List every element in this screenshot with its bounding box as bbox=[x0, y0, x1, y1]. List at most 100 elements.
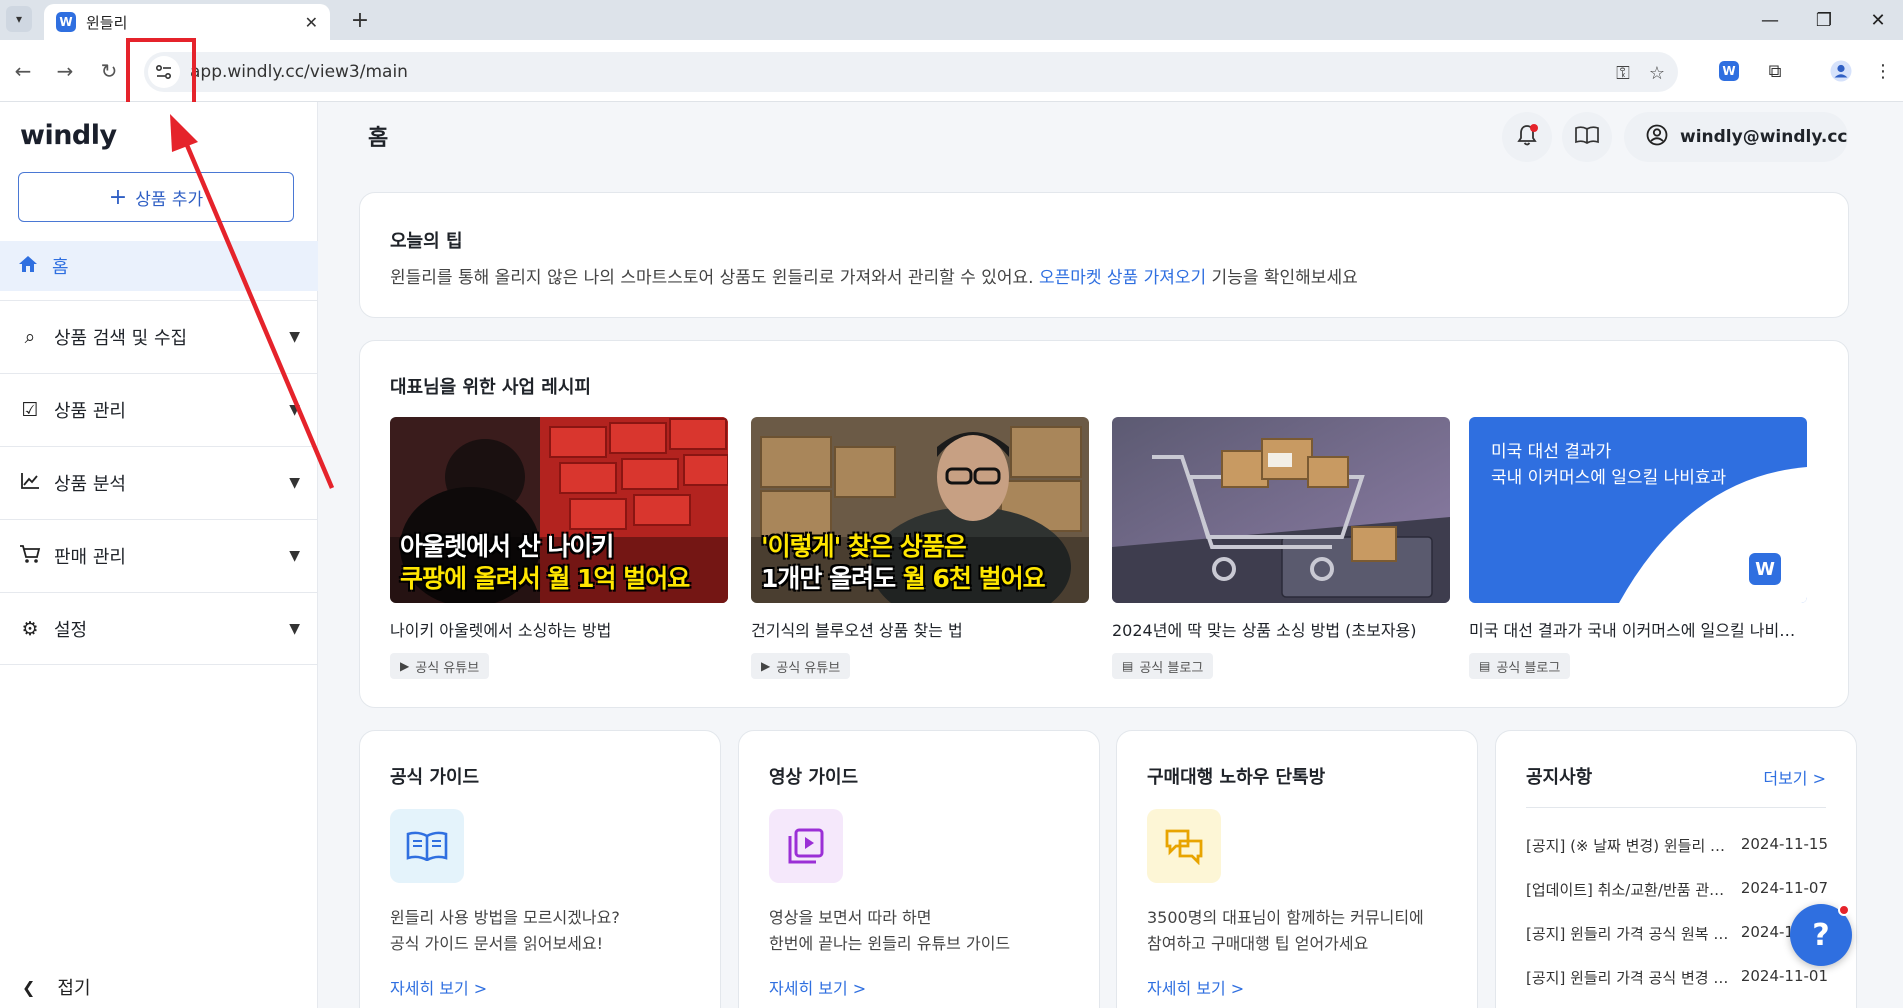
bookmark-star-icon[interactable]: ☆ bbox=[1644, 60, 1670, 86]
recipe-title[interactable]: 미국 대선 결과가 국내 이커머스에 일으킬 나비효과 bbox=[1469, 617, 1807, 641]
recipe-title[interactable]: 나이키 아울렛에서 소싱하는 방법 bbox=[390, 617, 728, 641]
tip-title: 오늘의 팁 bbox=[390, 231, 463, 252]
sidebar-item-settings[interactable]: ⚙ 설정 ▼ bbox=[0, 592, 318, 665]
sidebar-item-product-analysis[interactable]: 상품 분석 ▼ bbox=[0, 446, 318, 519]
youtube-icon: ▶ bbox=[400, 659, 410, 673]
windly-logo[interactable]: windly bbox=[20, 120, 117, 151]
notice-title: 공지사항 bbox=[1526, 767, 1593, 788]
chevron-down-icon: ▼ bbox=[289, 329, 300, 345]
new-tab-icon[interactable]: + bbox=[346, 6, 374, 34]
notice-more-link[interactable]: 더보기 > bbox=[1763, 765, 1826, 789]
chart-line-icon bbox=[18, 472, 42, 495]
guide-detail-link[interactable]: 자세히 보기 > bbox=[1147, 975, 1244, 999]
notice-row[interactable]: [공지] (※ 날짜 변경) 윈들리 서비스 점검 안내2024-11-15 bbox=[1526, 835, 1828, 856]
book-open-icon bbox=[390, 809, 464, 883]
guide-detail-link[interactable]: 자세히 보기 > bbox=[769, 975, 866, 999]
notification-button[interactable] bbox=[1502, 112, 1552, 162]
recipe-thumbnail[interactable]: 미국 대선 결과가 국내 이커머스에 일으킬 나비효과 W bbox=[1469, 417, 1807, 603]
guide-detail-link[interactable]: 자세히 보기 > bbox=[390, 975, 487, 999]
recipe-title[interactable]: 2024년에 딱 맞는 상품 소싱 방법 (초보자용) bbox=[1112, 617, 1450, 641]
help-question-icon: ? bbox=[1812, 917, 1830, 953]
windly-badge-icon: W bbox=[1755, 558, 1775, 580]
guide-description: 3500명의 대표님이 함께하는 커뮤니티에 참여하고 구매대행 팁 얻어가세요 bbox=[1147, 908, 1424, 953]
windly-extension-icon[interactable]: W bbox=[1714, 56, 1744, 86]
user-email: windly@windly.cc bbox=[1680, 127, 1848, 147]
sidebar-item-label: 상품 검색 및 수집 bbox=[54, 328, 188, 349]
thumbnail-caption: '이렇게' 찾은 상품은 1개만 올려도 월 6천 벌어요 bbox=[761, 532, 1046, 593]
browser-menu-icon[interactable]: ⋮ bbox=[1868, 56, 1898, 86]
recipe-thumbnail[interactable]: 아울렛에서 산 나이키 쿠팡에 올려서 월 1억 벌어요 bbox=[390, 417, 728, 603]
url-text[interactable]: app.windly.cc/view3/main bbox=[190, 62, 408, 82]
recipe-item[interactable]: '이렇게' 찾은 상품은 1개만 올려도 월 6천 벌어요 건기식의 블루오션 … bbox=[751, 417, 1089, 679]
sidebar-item-label: 홈 bbox=[52, 257, 69, 278]
maximize-icon[interactable]: ❐ bbox=[1801, 0, 1847, 40]
chevron-down-icon: ▼ bbox=[289, 402, 300, 418]
recipe-title[interactable]: 건기식의 블루오션 상품 찾는 법 bbox=[751, 617, 1089, 641]
book-open-icon bbox=[1575, 125, 1599, 149]
marketplace-import-link[interactable]: 오픈마켓 상품 가져오기 bbox=[1039, 268, 1206, 288]
sidebar-item-product-search[interactable]: ⌕ 상품 검색 및 수집 ▼ bbox=[0, 300, 318, 373]
notice-row[interactable]: [업데이트] 취소/교환/반품 관리 기능 업데이트2024-11-07 bbox=[1526, 879, 1828, 900]
source-tag: ▤ 공식 블로그 bbox=[1112, 653, 1214, 679]
youtube-icon: ▶ bbox=[761, 659, 771, 673]
tip-card: 오늘의 팁 윈들리를 통해 올리지 않은 나의 스마트스토어 상품도 윈들리로 … bbox=[359, 192, 1849, 318]
tab-close-icon[interactable]: ✕ bbox=[305, 13, 318, 32]
profile-icon[interactable] bbox=[1826, 56, 1856, 86]
collapse-sidebar-button[interactable]: ❮ 접기 bbox=[22, 974, 91, 1000]
notice-row[interactable]: [공지] 윈들리 가격 공식 원복 안내 2024-11-04 bbox=[1526, 923, 1828, 944]
add-product-label: 상품 추가 bbox=[135, 189, 204, 210]
add-product-button[interactable]: + 상품 추가 bbox=[18, 172, 294, 222]
sidebar-item-product-manage[interactable]: ☑ 상품 관리 ▼ bbox=[0, 373, 318, 446]
page-title: 홈 bbox=[368, 126, 389, 151]
recipe-section-title: 대표님을 위한 사업 레시피 bbox=[390, 377, 591, 398]
recipe-thumbnail[interactable]: '이렇게' 찾은 상품은 1개만 올려도 월 6천 벌어요 bbox=[751, 417, 1089, 603]
windly-favicon-icon: W bbox=[56, 12, 76, 32]
chevron-down-icon: ▼ bbox=[289, 620, 300, 637]
collapse-label: 접기 bbox=[57, 978, 91, 999]
sidebar-item-sales-manage[interactable]: 판매 관리 ▼ bbox=[0, 519, 318, 592]
sidebar: windly + 상품 추가 홈 ⌕ 상품 검색 및 수집 ▼ ☑ 상품 관리 … bbox=[0, 102, 318, 1008]
sidebar-item-label: 설정 bbox=[54, 619, 88, 641]
guide-book-button[interactable] bbox=[1562, 112, 1612, 162]
notice-row[interactable]: [공지] 윈들리 가격 공식 변경 안내 2024-11-01 bbox=[1526, 967, 1828, 988]
minimize-icon[interactable]: — bbox=[1747, 0, 1793, 40]
browser-tab[interactable]: W 윈들리 ✕ bbox=[44, 4, 330, 40]
source-tag: ▶ 공식 유튜브 bbox=[751, 653, 851, 679]
divider bbox=[1526, 807, 1826, 808]
tab-title: 윈들리 bbox=[86, 13, 128, 32]
sidebar-item-home[interactable]: 홈 bbox=[0, 241, 318, 291]
thumbnail-caption: 아울렛에서 산 나이키 쿠팡에 올려서 월 1억 벌어요 bbox=[400, 532, 690, 593]
notice-card: 공지사항 더보기 > [공지] (※ 날짜 변경) 윈들리 서비스 점검 안내2… bbox=[1495, 730, 1857, 1008]
cart-icon bbox=[18, 544, 42, 569]
password-key-icon[interactable]: ⚿ bbox=[1610, 60, 1636, 86]
address-bar[interactable]: app.windly.cc/view3/main ⚿ ☆ bbox=[144, 52, 1678, 92]
recipe-item[interactable]: 2024년에 딱 맞는 상품 소싱 방법 (초보자용) ▤ 공식 블로그 bbox=[1112, 417, 1450, 679]
user-account-button[interactable]: windly@windly.cc bbox=[1624, 112, 1848, 162]
search-icon: ⌕ bbox=[24, 326, 36, 348]
reload-icon[interactable]: ↻ bbox=[92, 54, 126, 88]
chevron-down-icon: ▼ bbox=[289, 475, 300, 491]
guide-description: 윈들리 사용 방법을 모르시겠나요? 공식 가이드 문서를 읽어보세요! bbox=[390, 908, 620, 953]
browser-tab-strip: ▾ W 윈들리 ✕ + — ❐ ✕ bbox=[0, 0, 1903, 40]
recipe-item[interactable]: 아울렛에서 산 나이키 쿠팡에 올려서 월 1억 벌어요 나이키 아울렛에서 소… bbox=[390, 417, 728, 679]
back-icon[interactable]: ← bbox=[6, 54, 40, 88]
home-icon bbox=[18, 254, 38, 278]
community-chat-card: 구매대행 노하우 단톡방 3500명의 대표님이 함께하는 커뮤니티에 참여하고 … bbox=[1116, 730, 1478, 1008]
recipe-item[interactable]: 미국 대선 결과가 국내 이커머스에 일으킬 나비효과 W 미국 대선 결과가 … bbox=[1469, 417, 1807, 679]
thumbnail-caption: 미국 대선 결과가 국내 이커머스에 일으킬 나비효과 bbox=[1491, 442, 1727, 488]
help-chat-button[interactable]: ? bbox=[1790, 904, 1852, 966]
recipe-thumbnail[interactable] bbox=[1112, 417, 1450, 603]
chat-bubbles-icon bbox=[1147, 809, 1221, 883]
tab-search-icon[interactable]: ▾ bbox=[6, 6, 32, 32]
clipboard-check-icon: ☑ bbox=[21, 399, 39, 421]
forward-icon[interactable]: → bbox=[48, 54, 82, 88]
tip-text: 윈들리를 통해 올리지 않은 나의 스마트스토어 상품도 윈들리로 가져와서 관… bbox=[390, 268, 1358, 288]
extensions-puzzle-icon[interactable]: ⧉ bbox=[1760, 56, 1790, 86]
plus-icon: + bbox=[108, 184, 128, 210]
guide-description: 영상을 보면서 따라 하면 한번에 끝나는 윈들리 유튜브 가이드 bbox=[769, 908, 1011, 953]
user-circle-icon bbox=[1646, 124, 1668, 151]
blog-icon: ▤ bbox=[1122, 659, 1134, 673]
browser-toolbar: ← → ↻ app.windly.cc/view3/main ⚿ ☆ W ⧉ ⋮ bbox=[0, 40, 1903, 102]
blog-icon: ▤ bbox=[1479, 659, 1491, 673]
close-window-icon[interactable]: ✕ bbox=[1855, 0, 1901, 40]
